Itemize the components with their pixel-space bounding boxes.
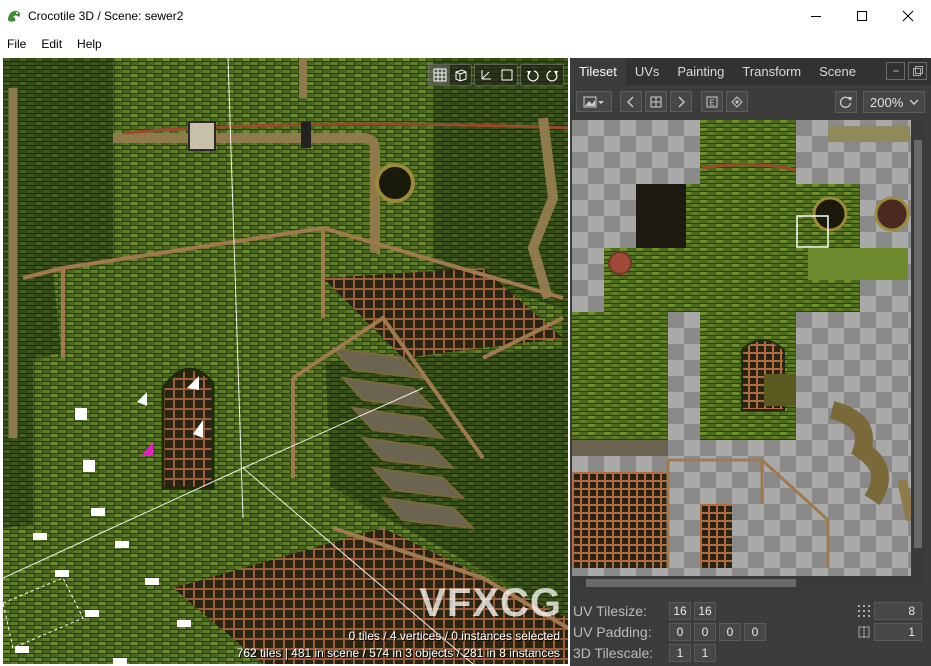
- scene-stats: 762 tiles | 481 in scene / 574 in 3 obje…: [236, 646, 560, 660]
- grid-dots-icon: [856, 603, 872, 619]
- grid-select-icon[interactable]: [645, 91, 667, 112]
- tilescale-y-field[interactable]: 1: [694, 644, 716, 662]
- tileset-canvas[interactable]: [572, 120, 911, 576]
- tab-uvs[interactable]: UVs: [626, 58, 669, 85]
- layers-diamond-icon[interactable]: [726, 91, 748, 112]
- sewer-scene-render: [3, 58, 568, 664]
- tileset-toolbar: E 200%: [570, 85, 931, 118]
- window-title: Crocotile 3D / Scene: sewer2: [28, 8, 184, 23]
- uv-tilesize-y-field[interactable]: 16: [694, 602, 716, 620]
- zoom-value: 200%: [870, 94, 904, 110]
- zoom-select[interactable]: 200%: [863, 91, 925, 113]
- tileset-horizontal-scrollbar[interactable]: [572, 576, 911, 590]
- selection-status: 0 tiles / 4 vertices / 0 instances selec…: [348, 629, 560, 643]
- menu-bar: File Edit Help: [0, 31, 931, 56]
- title-bar: Crocotile 3D / Scene: sewer2: [0, 0, 931, 31]
- uv-padding-bottom-field[interactable]: 0: [719, 623, 741, 641]
- prev-icon[interactable]: [620, 91, 642, 112]
- panel-popout-icon[interactable]: [908, 62, 927, 80]
- undo-icon[interactable]: [521, 65, 542, 85]
- 3d-viewport[interactable]: VFXCG 0 tiles / 4 vertices / 0 instances…: [3, 58, 568, 664]
- uv-padding-right-field[interactable]: 0: [694, 623, 716, 641]
- chevron-down-icon: [909, 99, 919, 105]
- close-icon[interactable]: [885, 0, 931, 31]
- viewport-status: 0 tiles / 4 vertices / 0 instances selec…: [237, 628, 560, 662]
- grid-size-field[interactable]: 8: [874, 602, 922, 620]
- tileset-vertical-scrollbar[interactable]: [911, 120, 925, 590]
- menu-edit[interactable]: Edit: [34, 37, 70, 51]
- menu-file[interactable]: File: [0, 37, 34, 51]
- tilescale-label: 3D Tilescale:: [573, 645, 654, 661]
- tab-tileset[interactable]: Tileset: [570, 58, 626, 85]
- image-icon[interactable]: [576, 91, 612, 112]
- uv-padding-label: UV Padding:: [573, 624, 652, 640]
- flip-value-field[interactable]: 1: [874, 623, 922, 641]
- uv-padding-left-field[interactable]: 0: [744, 623, 766, 641]
- next-icon[interactable]: [670, 91, 692, 112]
- uv-properties: UV Tilesize: 16 16 UV Padding: 0 0 0 0 3…: [570, 598, 931, 666]
- tilescale-x-field[interactable]: 1: [669, 644, 691, 662]
- refresh-icon[interactable]: [835, 91, 857, 113]
- tile-grid-icon[interactable]: [429, 65, 450, 85]
- side-panel: Tileset UVs Painting Transform Scene E 2…: [570, 58, 931, 666]
- watermark: VFXCG: [419, 581, 562, 625]
- cube-icon[interactable]: [450, 65, 471, 85]
- tab-painting[interactable]: Painting: [668, 58, 733, 85]
- uv-padding-top-field[interactable]: 0: [669, 623, 691, 641]
- crocodile-app-icon: [8, 10, 21, 22]
- tileset-image: [572, 120, 911, 568]
- panel-minimize-icon[interactable]: [886, 62, 905, 80]
- edit-e-icon[interactable]: E: [701, 91, 723, 112]
- square-select-icon[interactable]: [496, 65, 517, 85]
- panel-tabs: Tileset UVs Painting Transform Scene: [570, 58, 931, 85]
- redo-icon[interactable]: [542, 65, 563, 85]
- menu-help[interactable]: Help: [70, 37, 110, 51]
- flip-icon: [856, 624, 872, 640]
- uv-tilesize-x-field[interactable]: 16: [669, 602, 691, 620]
- svg-text:E: E: [709, 98, 714, 107]
- tab-transform[interactable]: Transform: [733, 58, 810, 85]
- tab-scene[interactable]: Scene: [810, 58, 865, 85]
- uv-tilesize-label: UV Tilesize:: [573, 603, 647, 619]
- minimize-icon[interactable]: [793, 0, 839, 31]
- viewport-toolbar: [428, 64, 564, 86]
- move-gizmo-icon[interactable]: [475, 65, 496, 85]
- maximize-icon[interactable]: [839, 0, 885, 31]
